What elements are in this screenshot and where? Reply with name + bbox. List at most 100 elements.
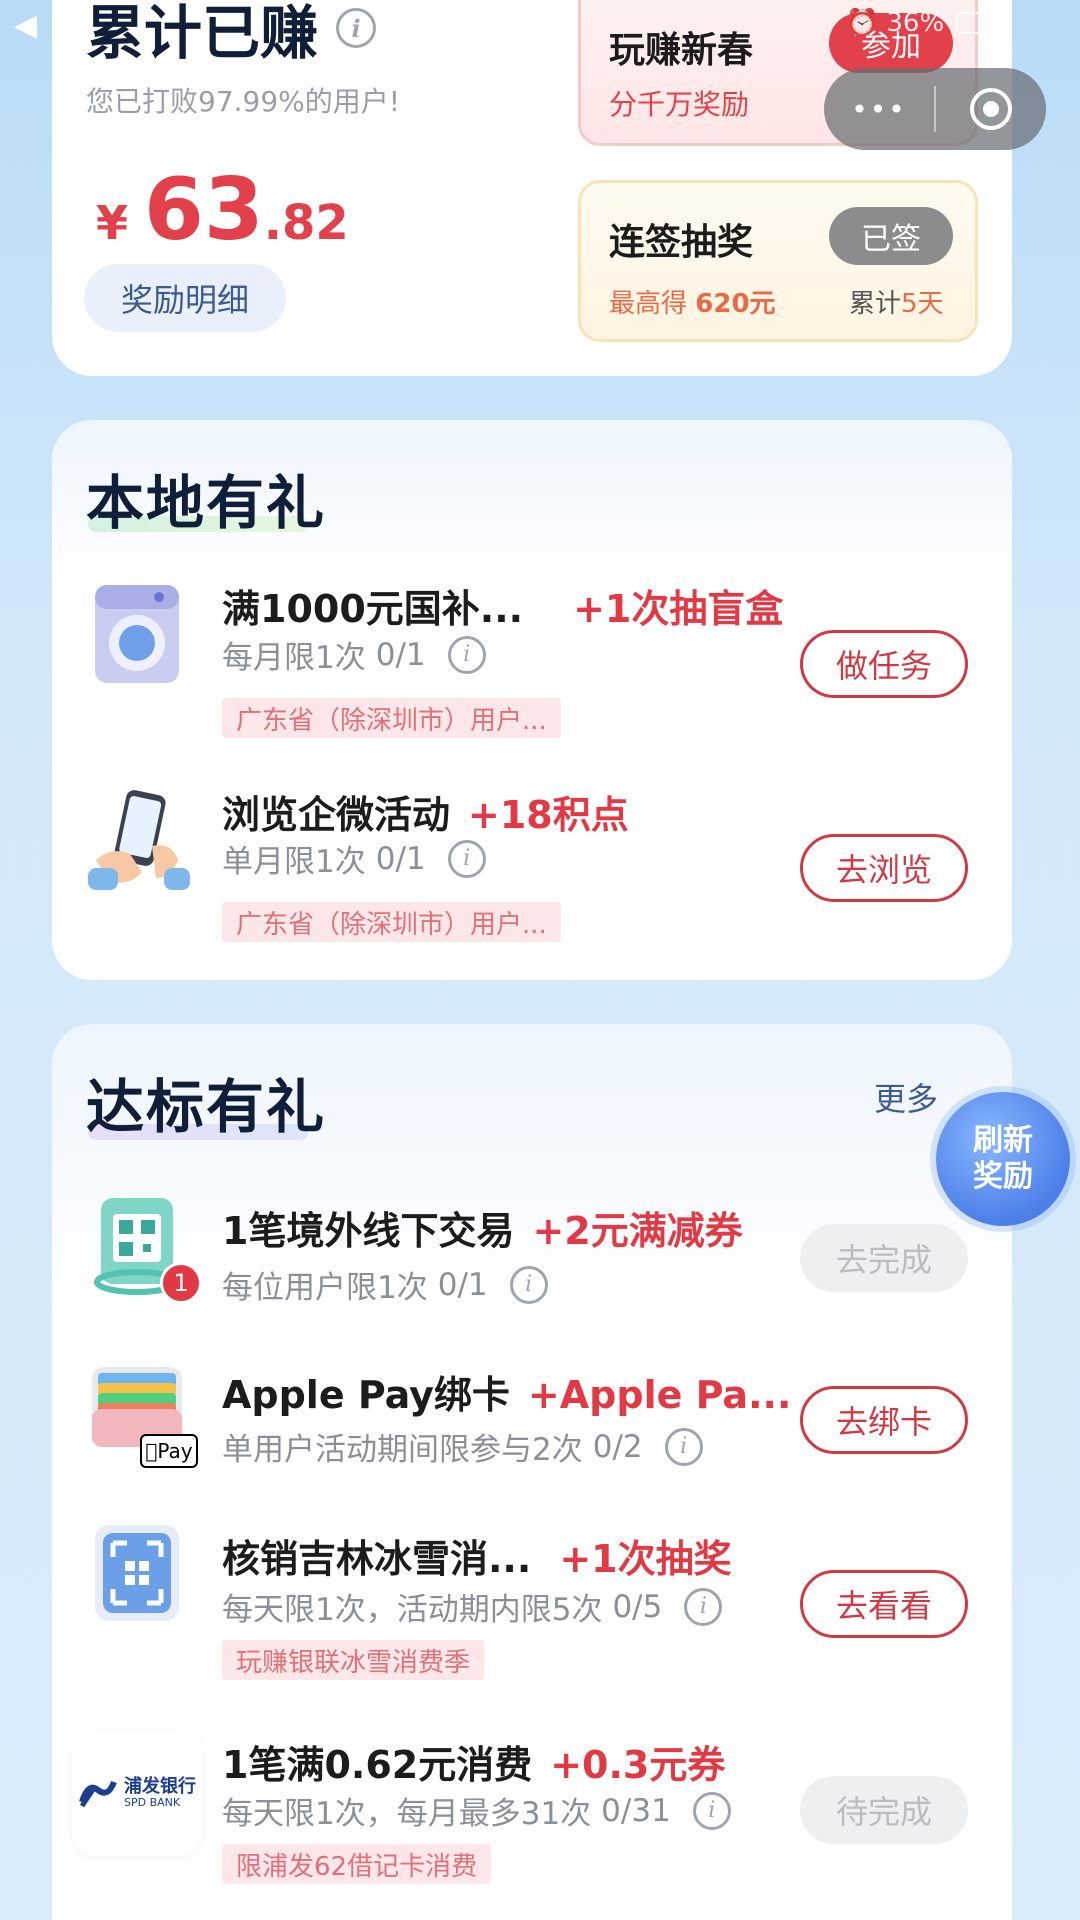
task-reward: +Apple Pa...: [527, 1373, 792, 1417]
max-prize-prefix: 最高得: [609, 289, 696, 319]
beat-percentage-text: 您已打败97.99%的用户!: [86, 85, 400, 118]
apple-pay-logo: Pay: [140, 1434, 198, 1468]
task-progress: 0/1: [375, 840, 426, 877]
task-progress: 0/1: [437, 1266, 488, 1303]
task-reward: +2元满减券: [532, 1209, 743, 1253]
do-task-button[interactable]: 做任务: [800, 630, 968, 698]
info-icon[interactable]: i: [336, 8, 377, 48]
task-limit-text: 每天限1次，每月最多31次: [222, 1796, 592, 1832]
task-limit-text: 单月限1次: [222, 844, 366, 880]
task-title: 满1000元国补... +1次抽盲盒: [222, 578, 783, 633]
reward-details-button[interactable]: 奖励明细: [84, 264, 286, 332]
more-icon[interactable]: •••: [824, 93, 934, 126]
refresh-badge-line2: 奖励: [973, 1159, 1033, 1194]
task-title-text: 满1000元国补...: [222, 587, 524, 631]
battery-percentage: 36%: [886, 8, 945, 38]
battery-icon: [956, 12, 999, 34]
more-link[interactable]: 更多: [874, 1074, 938, 1120]
bank-name: 浦发银行: [124, 1776, 196, 1798]
streak-days: 5天: [901, 289, 944, 319]
status-icons: ⏰ 36%: [846, 8, 999, 38]
close-icon[interactable]: [936, 85, 1046, 133]
task-limit: 每位用户限1次 0/1 i: [222, 1262, 548, 1307]
mini-program-capsule: •••: [824, 68, 1046, 150]
task-reward: +18积点: [468, 793, 629, 837]
task-reward: +1次抽奖: [559, 1537, 732, 1581]
task-reward: +0.3元券: [550, 1743, 726, 1787]
view-button[interactable]: 去看看: [800, 1570, 968, 1638]
info-icon[interactable]: i: [447, 635, 486, 674]
bank-name-en: SPD BANK: [124, 1795, 181, 1809]
task-title-text: 1笔境外线下交易: [222, 1209, 515, 1253]
earnings-amount: ¥ 63 .82: [96, 160, 349, 260]
streak-prefix: 累计: [849, 289, 902, 319]
scan-icon: [82, 1518, 192, 1628]
task-title: 1笔境外线下交易 +2元满减券: [222, 1200, 743, 1255]
info-icon[interactable]: i: [684, 1587, 723, 1626]
task-progress: 0/1: [375, 636, 426, 673]
currency-symbol: ¥: [96, 196, 129, 250]
section-title: 本地有礼: [86, 469, 327, 537]
earnings-title-text: 累计已赚: [86, 0, 319, 67]
notification-badge: 1: [160, 1262, 202, 1304]
task-limit: 单用户活动期间限参与2次 0/2 i: [222, 1424, 703, 1469]
earnings-title: 累计已赚 i: [86, 0, 377, 70]
task-title: 核销吉林冰雪消... +1次抽奖: [222, 1528, 732, 1583]
apple-icon: : [145, 1439, 157, 1463]
task-title: 1笔满0.62元消费 +0.3元券: [222, 1734, 725, 1789]
task-title: Apple Pay绑卡 +Apple Pa...: [222, 1364, 791, 1419]
region-tag: 广东省（除深圳市）用户...: [222, 698, 561, 738]
task-limit: 每天限1次，活动期内限5次 0/5 i: [222, 1584, 723, 1629]
task-limit: 单月限1次 0/1 i: [222, 836, 486, 881]
apple-pay-label: Pay: [151, 1439, 192, 1463]
max-prize-text: 最高得 620元: [609, 283, 776, 320]
task-progress: 0/31: [601, 1792, 671, 1829]
task-limit-text: 每位用户限1次: [222, 1270, 428, 1306]
spd-bank-logo: 浦发银行 SPD BANK: [72, 1730, 202, 1856]
region-tag: 广东省（除深圳市）用户...: [222, 902, 561, 942]
section-title: 达标有礼: [86, 1073, 327, 1141]
task-limit-text: 单用户活动期间限参与2次: [222, 1432, 583, 1468]
task-reward: +1次抽盲盒: [573, 587, 784, 631]
pending-button[interactable]: 待完成: [800, 1776, 968, 1844]
amount-decimal: .82: [263, 195, 349, 251]
signin-title: 连签抽奖: [609, 222, 754, 263]
task-limit: 每月限1次 0/1 i: [222, 632, 486, 677]
bind-card-button[interactable]: 去绑卡: [800, 1386, 968, 1454]
back-icon[interactable]: ◀: [14, 8, 37, 43]
spring-promo-subtitle: 分千万奖励: [609, 88, 750, 121]
alarm-icon: ⏰: [846, 8, 879, 38]
more-link-text: 更多: [874, 1080, 939, 1118]
complete-button[interactable]: 去完成: [800, 1224, 968, 1292]
target-rewards-card: 达标有礼 更多 1 1笔境外线下交易 +2元满减券 每位用户限1次 0/1 i 去…: [52, 1024, 1012, 1920]
max-prize-amount: 620元: [695, 289, 776, 319]
task-title-text: Apple Pay绑卡: [222, 1373, 510, 1417]
task-title-text: 浏览企微活动: [222, 793, 451, 837]
task-title-text: 核销吉林冰雪消...: [222, 1537, 532, 1581]
task-title: 浏览企微活动 +18积点: [222, 784, 629, 839]
refresh-badge-line1: 刷新: [973, 1123, 1033, 1158]
task-progress: 0/2: [592, 1428, 643, 1465]
task-limit-text: 每月限1次: [222, 640, 366, 676]
task-progress: 0/5: [612, 1588, 663, 1625]
info-icon[interactable]: i: [692, 1791, 731, 1830]
spd-bank-mark-icon: [79, 1780, 117, 1808]
local-rewards-card: 本地有礼 满1000元国补... +1次抽盲盒 每月限1次 0/1 i 广东省（除…: [52, 420, 1012, 980]
event-tag: 玩赚银联冰雪消费季: [222, 1640, 485, 1680]
streak-text: 累计5天: [849, 283, 944, 320]
task-title-text: 1笔满0.62元消费: [222, 1743, 533, 1787]
amount-integer: 63: [144, 160, 264, 260]
signin-lottery-card[interactable]: 连签抽奖 已签 最高得 620元 累计5天: [578, 180, 978, 342]
info-icon[interactable]: i: [447, 839, 486, 878]
info-icon[interactable]: i: [664, 1427, 703, 1466]
task-limit-text: 每天限1次，活动期内限5次: [222, 1592, 603, 1628]
signed-button[interactable]: 已签: [829, 207, 953, 265]
spring-promo-title: 玩赚新春: [609, 30, 754, 71]
task-limit: 每天限1次，每月最多31次 0/31 i: [222, 1788, 731, 1833]
info-icon[interactable]: i: [509, 1265, 548, 1304]
browse-button[interactable]: 去浏览: [800, 834, 968, 902]
refresh-reward-badge[interactable]: 刷新 奖励: [936, 1092, 1070, 1226]
washing-machine-icon: [82, 580, 192, 690]
card-requirement-tag: 限浦发62借记卡消费: [222, 1844, 492, 1884]
phone-hand-icon: [82, 786, 192, 896]
